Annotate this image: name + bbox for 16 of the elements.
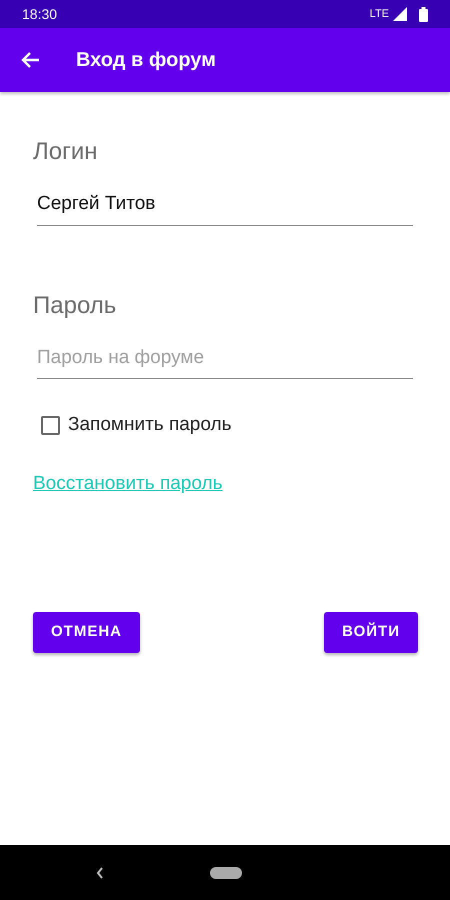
signal-icon: [393, 7, 407, 21]
password-input[interactable]: Пароль на форуме: [37, 340, 413, 379]
login-input[interactable]: Сергей Титов: [37, 186, 413, 226]
remember-label[interactable]: Запомнить пароль: [68, 411, 232, 440]
cancel-button[interactable]: ОТМЕНА: [33, 612, 140, 653]
login-button[interactable]: ВОЙТИ: [324, 612, 418, 653]
status-time: 18:30: [22, 4, 58, 24]
network-type: LTE: [370, 6, 389, 22]
home-pill[interactable]: [210, 866, 242, 878]
back-nav-icon[interactable]: [96, 866, 104, 878]
password-label: Пароль: [33, 290, 118, 320]
battery-icon: [419, 6, 428, 22]
remember-checkbox[interactable]: [41, 416, 60, 435]
screen-title: Вход в форум: [76, 48, 216, 73]
back-arrow-icon[interactable]: [20, 51, 40, 69]
login-label: Логин: [33, 137, 99, 167]
